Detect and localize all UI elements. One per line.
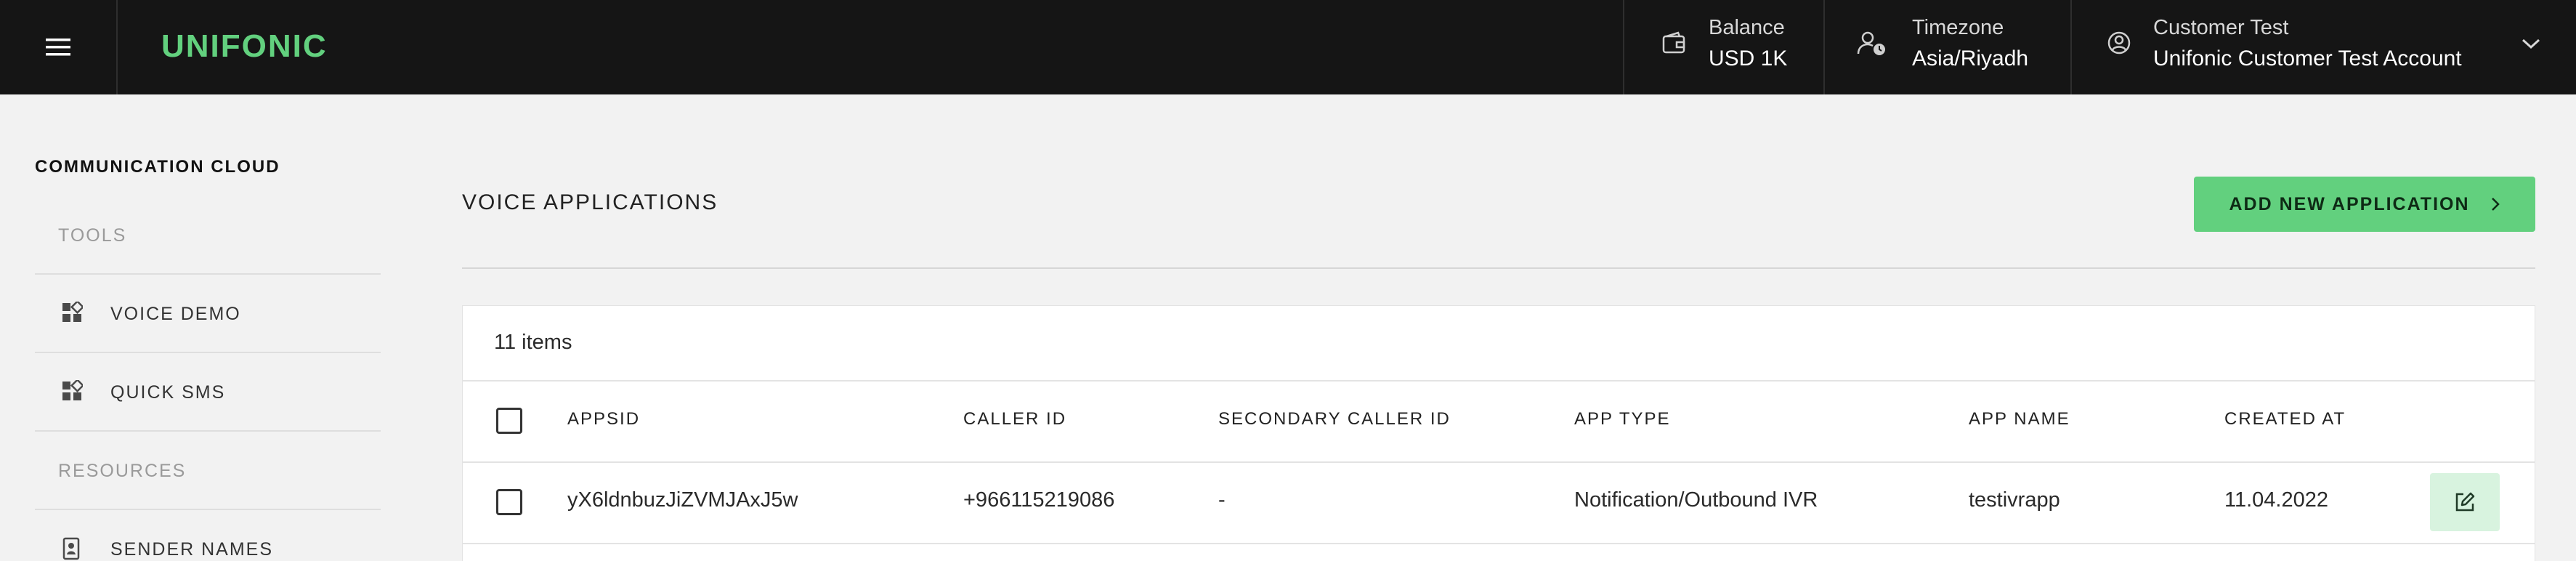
sidebar-item-label: SENDER NAMES	[110, 539, 274, 560]
timezone-label: Timezone	[1912, 16, 2004, 39]
edit-button[interactable]	[2430, 473, 2500, 531]
column-header-created-at[interactable]: CREATED AT	[2224, 409, 2346, 429]
account-value: Unifonic Customer Test Account	[2153, 47, 2462, 70]
table-divider	[463, 461, 2535, 463]
chevron-down-icon[interactable]	[2521, 36, 2541, 51]
sidebar-item-voice-demo[interactable]: VOICE DEMO	[35, 275, 381, 353]
chevron-right-icon	[2491, 198, 2500, 211]
cell-app-name: testivrapp	[1969, 488, 2060, 512]
page-title: VOICE APPLICATIONS	[462, 190, 718, 214]
widgets-icon	[62, 302, 83, 322]
account-widget[interactable]: Customer Test Unifonic Customer Test Acc…	[2070, 0, 2576, 94]
timezone-value: Asia/Riyadh	[1912, 47, 2029, 70]
items-count: 11 items	[494, 331, 572, 354]
user-clock-icon	[1857, 31, 1885, 55]
cell-caller-id: +966115219086	[963, 488, 1115, 512]
sidebar-section-label: TOOLS	[58, 225, 127, 246]
row-checkbox[interactable]	[496, 489, 522, 515]
top-navigation-bar: UNIFONIC Balance USD 1K Timezone Asia/Ri…	[0, 0, 2576, 94]
sidebar-title: COMMUNICATION CLOUD	[35, 157, 280, 177]
edit-icon	[2455, 492, 2475, 512]
add-new-application-button[interactable]: ADD NEW APPLICATION	[2194, 177, 2535, 232]
cell-secondary-caller-id: -	[1218, 488, 1226, 512]
column-header-app-name[interactable]: APP NAME	[1969, 409, 2070, 429]
user-circle-icon	[2107, 31, 2131, 55]
menu-button[interactable]	[0, 0, 118, 94]
balance-value: USD 1K	[1709, 47, 1788, 70]
wallet-icon	[1662, 31, 1685, 54]
column-header-app-type[interactable]: APP TYPE	[1574, 409, 1671, 429]
column-header-caller-id[interactable]: CALLER ID	[963, 409, 1066, 429]
account-label: Customer Test	[2153, 16, 2289, 39]
sidebar-item-label: QUICK SMS	[110, 382, 226, 403]
unifonic-logo[interactable]: UNIFONIC	[161, 25, 328, 68]
balance-widget[interactable]: Balance USD 1K	[1623, 0, 1823, 94]
balance-label: Balance	[1709, 16, 1785, 39]
sidebar-item-quick-sms[interactable]: QUICK SMS	[35, 353, 381, 432]
sidebar-item-label: VOICE DEMO	[110, 304, 241, 324]
sidebar-item-sender-names[interactable]: SENDER NAMES	[35, 510, 381, 561]
cell-appsid: yX6ldnbuzJiZVMJAxJ5w	[567, 488, 798, 512]
add-button-label: ADD NEW APPLICATION	[2229, 193, 2470, 214]
applications-table-card: 11 items APPSID CALLER ID SECONDARY CALL…	[462, 305, 2535, 561]
sidebar-section-tools: TOOLS	[35, 196, 381, 275]
select-all-checkbox[interactable]	[496, 408, 522, 434]
table-divider	[463, 380, 2535, 382]
table-divider	[463, 543, 2535, 544]
cell-created-at: 11.04.2022	[2224, 488, 2328, 512]
column-header-secondary-caller-id[interactable]: SECONDARY CALLER ID	[1218, 409, 1451, 429]
timezone-widget[interactable]: Timezone Asia/Riyadh	[1823, 0, 2070, 94]
contact-icon	[62, 537, 80, 560]
menu-icon	[46, 39, 70, 56]
widgets-icon	[62, 380, 83, 400]
column-header-appsid[interactable]: APPSID	[567, 409, 640, 429]
sidebar-section-label: RESOURCES	[58, 461, 187, 481]
section-divider	[462, 267, 2535, 269]
sidebar-section-resources: RESOURCES	[35, 432, 381, 510]
cell-app-type: Notification/Outbound IVR	[1574, 488, 1818, 512]
